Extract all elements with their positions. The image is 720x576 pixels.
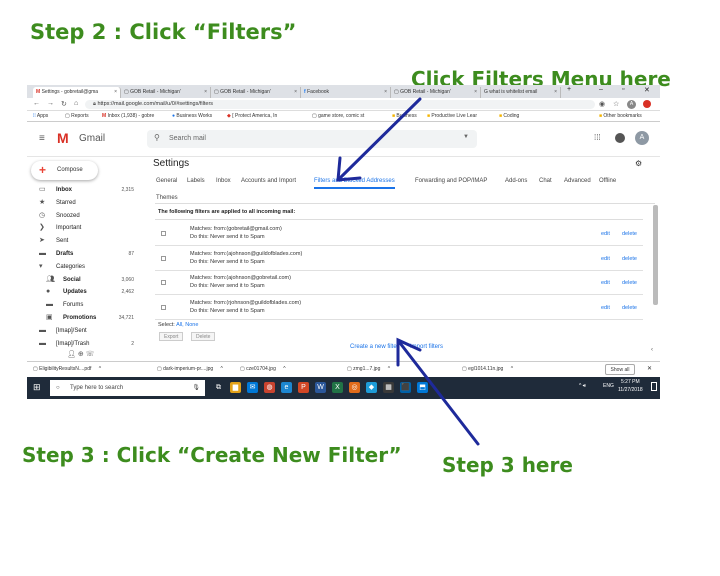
- arrow-to-filters-tab: [338, 97, 422, 180]
- caption-step-3: Step 3 : Click “Create New Filter”: [22, 443, 402, 467]
- annotation-arrows: [336, 97, 480, 446]
- arrow-to-create-filter: [398, 341, 480, 446]
- caption-step-3-here: Step 3 here: [442, 453, 573, 477]
